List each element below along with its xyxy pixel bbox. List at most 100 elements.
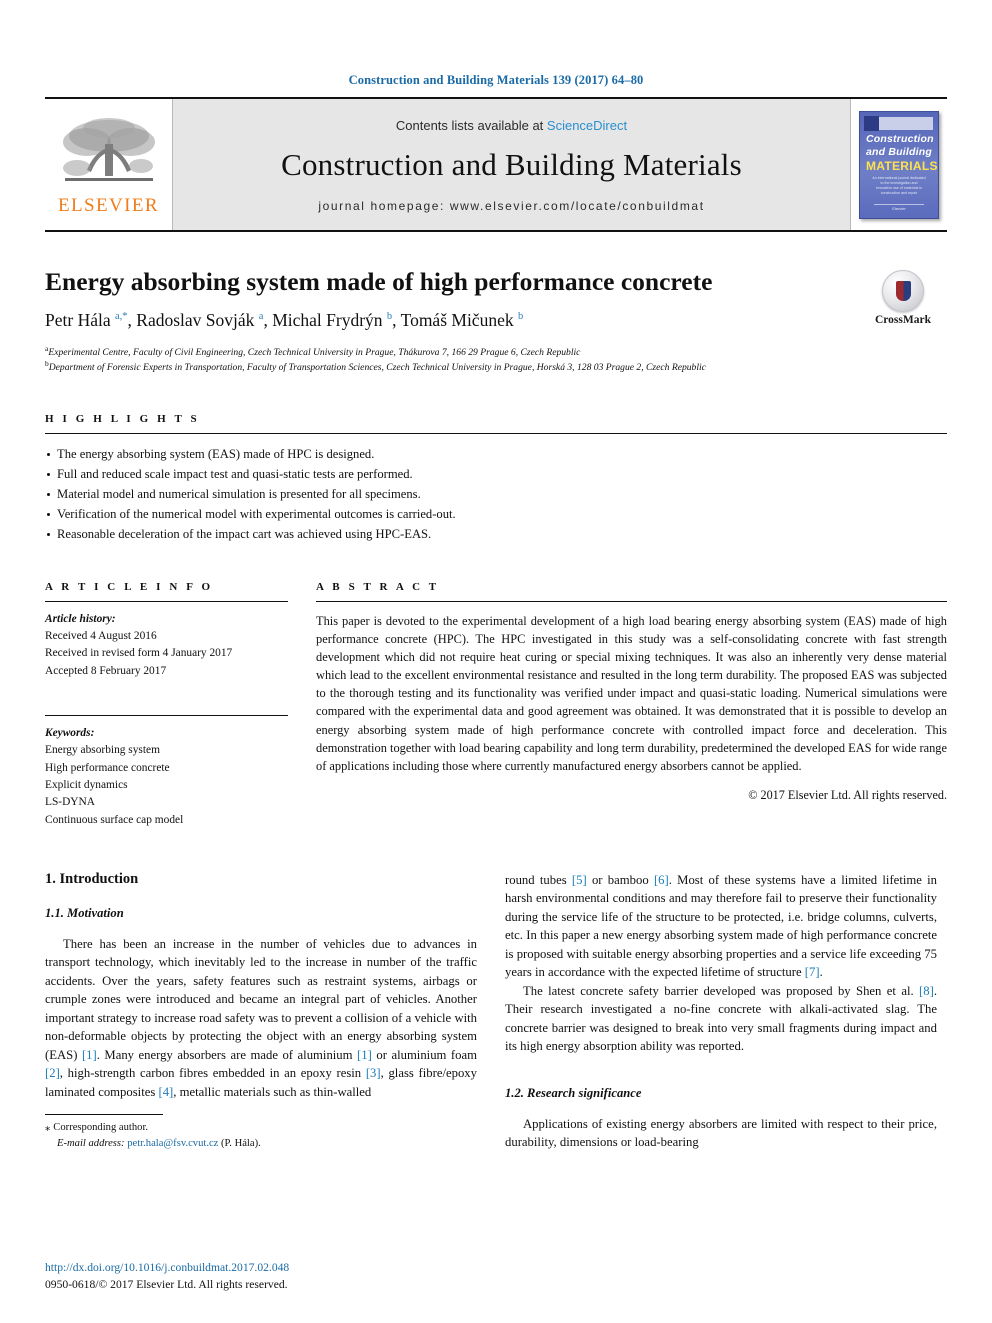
cover-elsevier-icon: [864, 115, 879, 131]
corresponding-author-text: Corresponding author.: [53, 1121, 149, 1133]
corresponding-author-line: ⁎ Corresponding author.: [45, 1120, 477, 1136]
text-run: , high-strength carbon fibres embedded i…: [59, 1066, 366, 1081]
email-suffix: (P. Hála).: [218, 1137, 261, 1149]
sciencedirect-link[interactable]: ScienceDirect: [547, 118, 627, 133]
citation-ref[interactable]: [2]: [45, 1066, 60, 1080]
affiliation-b: bDepartment of Forensic Experts in Trans…: [45, 359, 947, 375]
paragraph-right-3: Applications of existing energy absorber…: [505, 1116, 937, 1150]
citation-ref[interactable]: [5]: [572, 873, 587, 887]
body-columns: 1. Introduction 1.1. Motivation There ha…: [45, 871, 947, 1152]
info-abstract-row: A R T I C L E I N F O Article history: R…: [45, 581, 947, 829]
list-item: Material model and numerical simulation …: [45, 485, 947, 505]
citation-ref[interactable]: [4]: [158, 1085, 173, 1099]
cover-footer: Elsevier: [874, 203, 924, 211]
contents-available-line: Contents lists available at ScienceDirec…: [396, 118, 627, 133]
page-title: Energy absorbing system made of high per…: [45, 267, 713, 296]
elsevier-logo: ELSEVIER: [45, 99, 173, 230]
doi-block: http://dx.doi.org/10.1016/j.conbuildmat.…: [45, 1260, 485, 1293]
author-list: Petr Hála a,*, Radoslav Sovják a, Michal…: [45, 309, 524, 330]
article-info-column: A R T I C L E I N F O Article history: R…: [45, 581, 288, 829]
citation-ref[interactable]: [7]: [805, 965, 820, 979]
text-run: .: [819, 965, 823, 980]
list-item: Verification of the numerical model with…: [45, 505, 947, 525]
abstract-divider: [316, 600, 947, 602]
list-item: The energy absorbing system (EAS) made o…: [45, 445, 947, 465]
affiliation-b-text: Department of Forensic Experts in Transp…: [48, 362, 706, 374]
title-block: CrossMark Energy absorbing system made o…: [45, 267, 947, 375]
journal-homepage-url[interactable]: journal homepage: www.elsevier.com/locat…: [318, 199, 704, 213]
email-line: E-mail address: petr.hala@fsv.cvut.cz (P…: [45, 1136, 477, 1152]
history-accepted: Accepted 8 February 2017: [45, 664, 167, 677]
affiliation-a: aExperimental Centre, Faculty of Civil E…: [45, 344, 947, 360]
elsevier-wordmark: ELSEVIER: [58, 195, 159, 216]
text-run: round tubes: [505, 872, 572, 887]
masthead-center: Contents lists available at ScienceDirec…: [173, 99, 850, 230]
citation-ref[interactable]: [6]: [654, 873, 669, 887]
keyword-item: Energy absorbing system: [45, 744, 160, 757]
keyword-item: LS-DYNA: [45, 796, 95, 809]
article-info-divider: [45, 600, 288, 602]
text-run: or aluminium foam: [371, 1047, 477, 1062]
citation-ref[interactable]: [8]: [919, 984, 934, 998]
citation-ref[interactable]: [1]: [357, 1048, 372, 1062]
text-run: , metallic materials such as thin-walled: [173, 1084, 372, 1099]
section-heading-1-1: 1.1. Motivation: [45, 905, 124, 920]
abstract-copyright: © 2017 Elsevier Ltd. All rights reserved…: [748, 788, 947, 803]
text-run: . Many energy absorbers are made of alum…: [96, 1047, 358, 1062]
cover-line-3: MATERIALS: [866, 158, 938, 173]
affiliation-a-text: Experimental Centre, Faculty of Civil En…: [48, 346, 581, 358]
section-heading-1-2: 1.2. Research significance: [505, 1085, 642, 1100]
asterisk-icon: ⁎: [45, 1121, 51, 1133]
running-head: Construction and Building Materials 139 …: [348, 73, 644, 87]
article-history-block: Article history: Received 4 August 2016 …: [45, 611, 288, 680]
history-received: Received 4 August 2016: [45, 629, 157, 642]
issn-copyright: 0950-0618/© 2017 Elsevier Ltd. All right…: [45, 1277, 288, 1291]
journal-cover-thumbnail: Construction and Building MATERIALS An i…: [850, 99, 947, 230]
body-left-column: 1. Introduction 1.1. Motivation There ha…: [45, 871, 477, 1152]
footnote-divider: [45, 1113, 163, 1115]
crossmark-badge-group[interactable]: CrossMark: [859, 270, 947, 326]
cover-subtitle: An international journal dedicated to th…: [872, 175, 926, 195]
article-history-label: Article history:: [45, 612, 116, 625]
list-item: Full and reduced scale impact test and q…: [45, 465, 947, 485]
highlights-section: H I G H L I G H T S The energy absorbing…: [45, 413, 947, 544]
keywords-divider: [45, 714, 288, 716]
paragraph-right-2: The latest concrete safety barrier devel…: [505, 982, 937, 1056]
keywords-block: Keywords: Energy absorbing system High p…: [45, 725, 288, 829]
footnote-block: ⁎ Corresponding author. E-mail address: p…: [45, 1113, 477, 1152]
paragraph-right-1: round tubes [5] or bamboo [6]. Most of t…: [505, 871, 937, 982]
abstract-column: A B S T R A C T This paper is devoted to…: [316, 581, 947, 829]
keyword-item: Continuous surface cap model: [45, 813, 184, 826]
crossmark-shield-icon: [895, 281, 911, 301]
section-heading-1: 1. Introduction: [45, 870, 139, 887]
history-revised: Received in revised form 4 January 2017: [45, 647, 233, 660]
cover-image: Construction and Building MATERIALS An i…: [859, 110, 939, 219]
body-right-column: round tubes [5] or bamboo [6]. Most of t…: [505, 871, 937, 1152]
citation-ref[interactable]: [3]: [366, 1066, 381, 1080]
cover-line-2: and Building: [866, 145, 932, 158]
paper-page: Construction and Building Materials 139 …: [0, 0, 992, 1323]
crossmark-label: CrossMark: [874, 314, 931, 326]
text-run: There has been an increase in the number…: [45, 936, 477, 1062]
contents-prefix: Contents lists available at: [395, 118, 547, 133]
keywords-label: Keywords:: [45, 726, 95, 739]
email-link[interactable]: petr.hala@fsv.cvut.cz: [127, 1138, 218, 1149]
crossmark-icon: [882, 270, 924, 312]
highlights-divider: [45, 433, 947, 435]
keyword-item: Explicit dynamics: [45, 778, 128, 791]
highlights-list: The energy absorbing system (EAS) made o…: [45, 445, 947, 544]
journal-title: Construction and Building Materials: [281, 147, 742, 182]
paragraph-left-1: There has been an increase in the number…: [45, 935, 477, 1101]
list-item: Reasonable deceleration of the impact ca…: [45, 525, 947, 545]
doi-link[interactable]: http://dx.doi.org/10.1016/j.conbuildmat.…: [45, 1260, 485, 1276]
abstract-heading: A B S T R A C T: [316, 580, 440, 593]
article-info-heading: A R T I C L E I N F O: [45, 580, 214, 593]
keyword-item: High performance concrete: [45, 761, 170, 774]
email-label: E-mail address:: [57, 1137, 125, 1149]
text-run: or bamboo: [586, 872, 654, 887]
highlights-heading: H I G H L I G H T S: [45, 413, 200, 426]
citation-ref[interactable]: [1]: [82, 1048, 97, 1062]
text-run: The latest concrete safety barrier devel…: [523, 983, 920, 998]
text-run: . Most of these systems have a limited l…: [505, 872, 937, 980]
